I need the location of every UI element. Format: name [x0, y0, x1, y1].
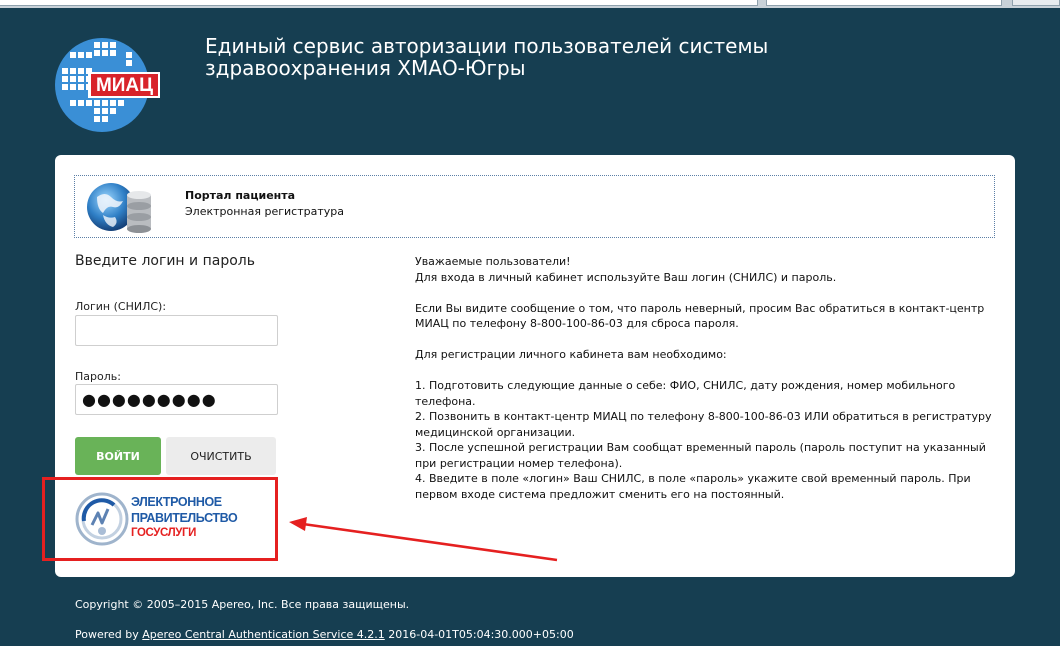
address-bar[interactable]: [0, 0, 758, 6]
password-label: Пароль:: [75, 370, 121, 383]
cas-link[interactable]: Apereo Central Authentication Service 4.…: [142, 628, 384, 641]
page-title: Единый сервис авторизации пользователей …: [205, 35, 905, 79]
login-label: Логин (СНИЛС):: [75, 300, 167, 313]
info-line: Для входа в личный кабинет используйте В…: [415, 270, 837, 284]
footer-powered-by: Powered by Apereo Central Authentication…: [75, 628, 574, 641]
browser-toolbar: [0, 0, 1060, 8]
browser-toolbar-button[interactable]: [1012, 0, 1060, 6]
info-greeting: Уважаемые пользователи!: [415, 255, 571, 268]
portal-title: Портал пациента: [185, 189, 296, 202]
gosuslugi-title: ЭЛЕКТРОННОЕ: [131, 495, 222, 509]
login-input[interactable]: [75, 315, 278, 346]
footer-build-timestamp: 2016-04-01T05:04:30.000+05:00: [384, 628, 574, 641]
footer-powered-prefix: Powered by: [75, 628, 143, 641]
gosuslugi-link[interactable]: ЭЛЕКТРОННОЕ ПРАВИТЕЛЬСТВО ГОСУСЛУГИ: [72, 486, 262, 552]
gosuslugi-emblem-icon: [75, 492, 129, 546]
browser-search-bar[interactable]: [766, 0, 1002, 6]
gosuslugi-subtitle: ГОСУСЛУГИ: [131, 527, 197, 539]
portal-info-box: Портал пациента Электронная регистратура: [74, 175, 995, 238]
annotation-arrow-icon: [289, 517, 558, 562]
logo-text: МИАЦ: [96, 75, 153, 96]
info-line: Если Вы видите сообщение о том, что паро…: [415, 301, 985, 331]
globe-database-icon: [87, 183, 151, 233]
info-step: 3. После успешной регистрации Вам сообща…: [415, 441, 986, 470]
gosuslugi-title: ПРАВИТЕЛЬСТВО: [131, 511, 238, 525]
page-title-line2: здравоохранения ХМАО-Югры: [205, 56, 526, 80]
footer-copyright: Copyright © 2005–2015 Apereo, Inc. Все п…: [75, 598, 410, 611]
login-heading: Введите логин и пароль: [75, 253, 255, 269]
password-input[interactable]: [75, 384, 278, 415]
info-step: 2. Позвонить в контакт-центр МИАЦ по тел…: [415, 410, 992, 439]
miac-logo: МИАЦ: [55, 38, 160, 132]
info-text: Уважаемые пользователи! Для входа в личн…: [415, 254, 995, 502]
info-step: 1. Подготовить следующие данные о себе: …: [415, 379, 956, 408]
info-line: Для регистрации личного кабинета вам нео…: [415, 348, 727, 361]
login-button[interactable]: ВОЙТИ: [75, 437, 161, 475]
clear-button[interactable]: ОЧИСТИТЬ: [166, 437, 276, 475]
gosuslugi-highlight: ЭЛЕКТРОННОЕ ПРАВИТЕЛЬСТВО ГОСУСЛУГИ: [42, 477, 278, 561]
page-title-line1: Единый сервис авторизации пользователей …: [205, 34, 769, 58]
portal-subtitle: Электронная регистратура: [185, 205, 344, 218]
info-step: 4. Введите в поле «логин» Ваш СНИЛС, в п…: [415, 472, 971, 501]
